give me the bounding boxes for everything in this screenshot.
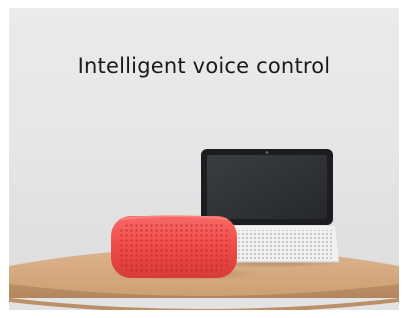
smart-speaker [111, 215, 259, 280]
caption-text: Intelligent voice control [77, 54, 331, 78]
product-photo: Intelligent voice control [9, 8, 399, 310]
image-frame: Intelligent voice control [0, 0, 407, 318]
